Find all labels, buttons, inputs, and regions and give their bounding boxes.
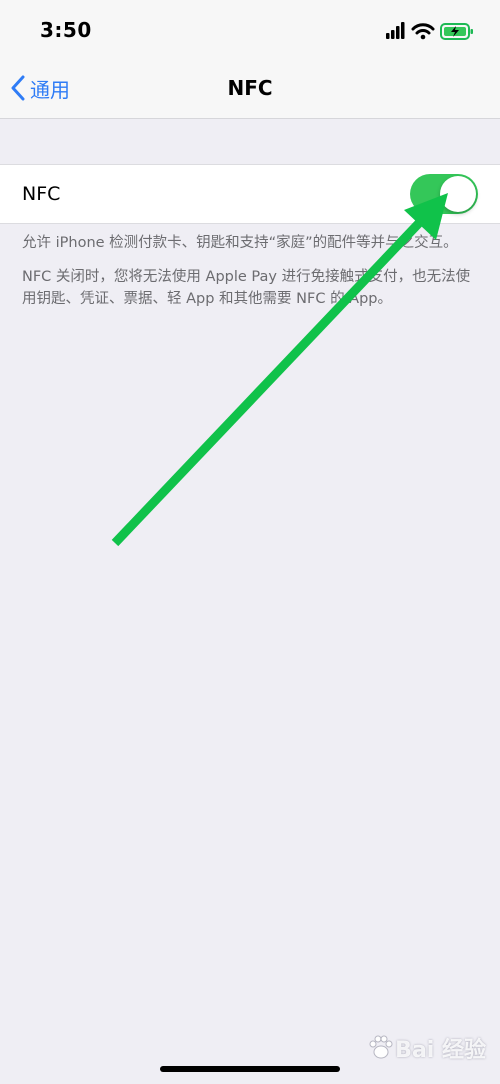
wifi-icon <box>411 23 435 40</box>
signal-icon <box>386 22 405 39</box>
page-title: NFC <box>227 76 273 100</box>
baidu-watermark: Bai 经验 <box>367 1032 486 1064</box>
annotation-arrow <box>111 193 448 547</box>
nfc-description: 允许 iPhone 检测付款卡、钥匙和支持“家庭”的配件等并与之交互。 NFC … <box>22 232 480 322</box>
nfc-setting-row: NFC <box>0 164 500 224</box>
baidu-paw-icon <box>369 1035 393 1059</box>
battery-charging-icon <box>440 23 473 40</box>
status-icons <box>386 20 476 42</box>
description-paragraph-2: NFC 关闭时，您将无法使用 Apple Pay 进行免接触式支付，也无法使用钥… <box>22 269 471 307</box>
toggle-knob <box>440 176 476 212</box>
nfc-toggle[interactable] <box>410 174 478 214</box>
nfc-setting-label: NFC <box>22 183 61 205</box>
description-paragraph-1: 允许 iPhone 检测付款卡、钥匙和支持“家庭”的配件等并与之交互。 <box>22 235 458 251</box>
home-indicator[interactable] <box>160 1066 340 1072</box>
status-time: 3:50 <box>40 18 92 42</box>
status-bar: 3:50 <box>0 0 500 60</box>
navigation-bar: 通用 NFC <box>0 60 500 119</box>
watermark-text: Bai 经验 <box>395 1038 486 1063</box>
